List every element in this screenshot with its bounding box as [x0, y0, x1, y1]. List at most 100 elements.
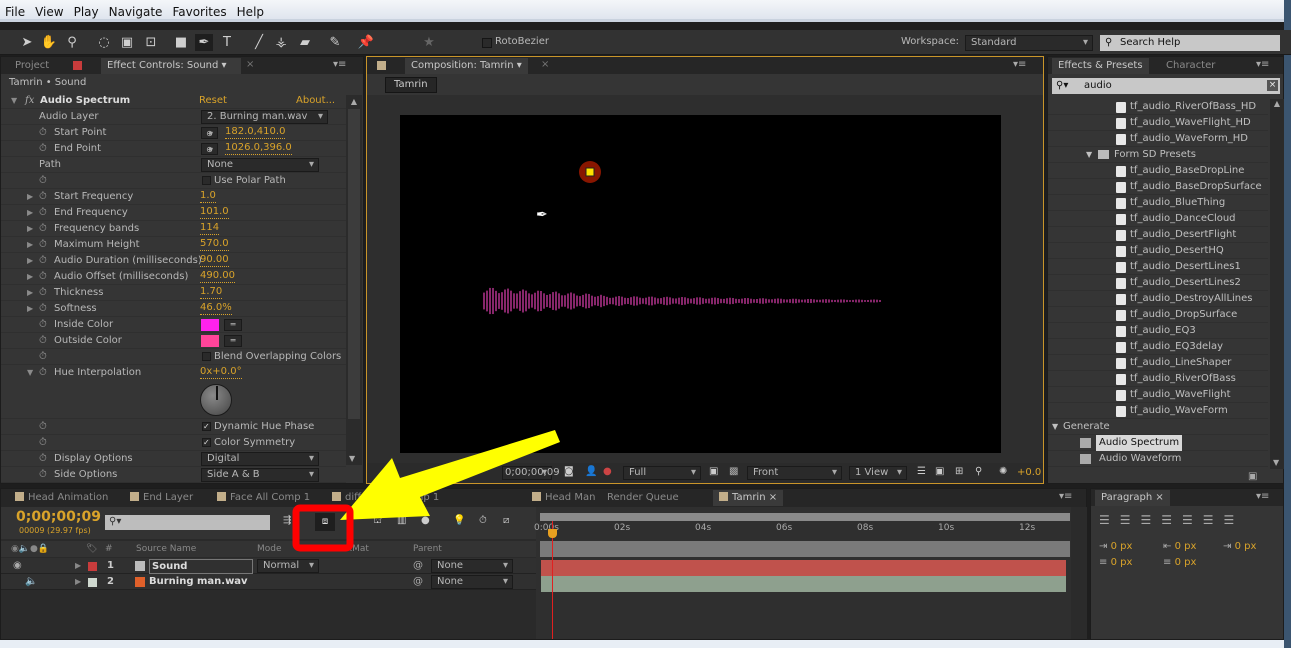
layer-name[interactable]: Sound [149, 559, 253, 574]
scrollbar-thumb[interactable] [348, 109, 360, 419]
shy-layers-icon[interactable]: ⛫ [373, 515, 382, 528]
preset-item[interactable]: tf_audio_BlueThing [1048, 195, 1268, 211]
rectangle-tool-icon[interactable]: ■ [172, 34, 190, 51]
work-area[interactable] [540, 541, 1070, 557]
close-icon[interactable]: × [541, 59, 549, 70]
preset-folder[interactable]: ▼ Form SD Presets [1048, 147, 1268, 163]
timecode-button[interactable]: 0;00;00;09 [502, 466, 560, 480]
tab-end-layer[interactable]: End Layer [124, 490, 199, 506]
polar-path-checkbox[interactable] [202, 176, 211, 185]
expand-icon[interactable]: ▶ [27, 285, 33, 301]
preset-item[interactable]: tf_audio_DesertLines1 [1048, 259, 1268, 275]
tab-effect-controls[interactable]: Effect Controls: Sound ▾ [101, 58, 241, 74]
comp-mini-flowchart-icon[interactable]: ⇶ [283, 515, 291, 526]
stopwatch-icon[interactable]: ⏱ [39, 269, 47, 285]
preset-item[interactable]: tf_audio_DesertFlight [1048, 227, 1268, 243]
toggle-pixel-aspect-icon[interactable]: ☰ [917, 466, 926, 477]
draft-3d-icon[interactable]: ⧈ [315, 513, 335, 531]
space-before[interactable]: ≡ 0 px [1099, 557, 1132, 568]
about-link[interactable]: About... [296, 93, 335, 109]
crosshair-icon[interactable]: ⊕ [201, 143, 218, 156]
pickwhip-icon[interactable]: @ [413, 558, 423, 574]
indent-right[interactable]: ⇤ 0 px [1163, 541, 1196, 552]
layer-bar-burning-man[interactable] [541, 576, 1066, 592]
selection-tool-icon[interactable]: ➤ [18, 34, 36, 51]
workspace-dropdown[interactable]: Standard [965, 35, 1093, 51]
region-of-interest-icon[interactable]: ▣ [709, 466, 718, 477]
resolution-dropdown[interactable]: Full [623, 466, 701, 480]
tab-character[interactable]: Character [1160, 58, 1221, 74]
stopwatch-icon[interactable]: ⏱ [39, 365, 47, 381]
param-value[interactable]: 490.00 [200, 269, 235, 283]
indent-first-value[interactable]: 0 px [1235, 541, 1257, 552]
tab-effects-presets[interactable]: Effects & Presets [1052, 58, 1149, 74]
param-value[interactable]: 46.0% [200, 301, 232, 315]
preset-item[interactable]: tf_audio_RiverOfBass_HD [1048, 99, 1268, 115]
layer-search-input[interactable]: ⚲▾ [105, 515, 270, 530]
hue-dial[interactable] [200, 384, 232, 416]
param-value[interactable]: 1.0 [200, 189, 216, 203]
tab-composition[interactable]: Composition: Tamrin ▾ [405, 58, 528, 74]
effects-search-input[interactable]: ⚲▾ audio × [1052, 78, 1280, 94]
search-help-input[interactable]: ⚲ Search Help [1100, 35, 1280, 51]
stopwatch-icon[interactable]: ⏱ [39, 205, 47, 221]
effects-scrollbar[interactable]: ▲ ▼ [1270, 99, 1284, 469]
stopwatch-icon[interactable]: ⏱ [39, 141, 47, 157]
inside-color-swatch[interactable] [201, 319, 219, 331]
preset-item[interactable]: tf_audio_BaseDropLine [1048, 163, 1268, 179]
roto-brush-tool-icon[interactable]: ✎ [326, 34, 344, 51]
stopwatch-icon[interactable]: ⏱ [39, 349, 47, 365]
type-tool-icon[interactable]: T [218, 34, 236, 51]
preset-item[interactable]: tf_audio_WaveForm_HD [1048, 131, 1268, 147]
panel-menu-icon[interactable]: ▾≡ [1059, 491, 1072, 502]
color-symmetry-checkbox[interactable]: ✓ [202, 438, 211, 447]
work-area-bar[interactable] [540, 513, 1070, 521]
preset-item[interactable]: tf_audio_DestroyAllLines [1048, 291, 1268, 307]
stopwatch-icon[interactable]: ⏱ [39, 173, 47, 189]
collapse-icon[interactable]: ▼ [11, 93, 17, 109]
crosshair-icon[interactable]: ⊕ [201, 127, 218, 140]
expand-icon[interactable]: ▶ [27, 221, 33, 237]
preset-item[interactable]: tf_audio_DropSurface [1048, 307, 1268, 323]
new-folder-icon[interactable]: ▣ [1248, 471, 1257, 482]
tab-face-all-comp-1[interactable]: Face All Comp 1 [211, 490, 316, 506]
comp-breadcrumb-button[interactable]: Tamrin [385, 77, 437, 93]
composition-viewer[interactable]: ✒ [400, 115, 1001, 453]
label-color[interactable] [88, 562, 97, 571]
menu-play[interactable]: Play [69, 0, 104, 19]
camera-tool-icon[interactable]: ▣ [118, 34, 136, 51]
scroll-down-icon[interactable]: ▼ [349, 454, 355, 463]
blend-mode-dropdown[interactable]: Normal [257, 559, 319, 573]
space-after[interactable]: ≡ 0 px [1163, 557, 1196, 568]
scroll-up-icon[interactable]: ▲ [346, 97, 362, 106]
blend-checkbox[interactable] [202, 352, 211, 361]
eye-icon[interactable]: ◉ [13, 558, 22, 574]
graph-editor-icon[interactable]: ⧄ [503, 515, 509, 526]
stopwatch-icon[interactable]: ⏱ [39, 285, 47, 301]
menu-view[interactable]: View [30, 0, 68, 19]
timeline-icon[interactable]: ⊞ [955, 466, 963, 477]
exposure-icon[interactable]: ✺ [999, 466, 1007, 477]
pickwhip-icon[interactable]: @ [413, 574, 423, 590]
layer-bar-sound[interactable] [541, 560, 1066, 576]
time-ruler[interactable]: 0:00s 02s 04s 06s 08s 10s 12s [534, 521, 1071, 541]
param-value[interactable]: 570.0 [200, 237, 229, 251]
preset-item[interactable]: tf_audio_WaveForm [1048, 403, 1268, 419]
indent-first[interactable]: ⇥ 0 px [1223, 541, 1256, 552]
puppet-pin-tool-icon[interactable]: 📌 [357, 34, 375, 51]
eyedropper-icon[interactable]: ═ [224, 335, 242, 347]
frame-blending-icon[interactable]: ▥ [397, 515, 406, 526]
parent-dropdown[interactable]: None [431, 559, 513, 573]
preset-item[interactable]: tf_audio_WaveFlight_HD [1048, 115, 1268, 131]
rotobezier-checkbox[interactable] [482, 38, 492, 48]
channel-icon[interactable]: ● [603, 466, 612, 477]
tab-tamrin[interactable]: Tamrin × [713, 490, 784, 506]
stopwatch-icon[interactable]: ⏱ [39, 301, 47, 317]
zoom-tool-icon[interactable]: ⚲ [63, 34, 81, 51]
view-layout-dropdown[interactable]: 1 View [849, 466, 907, 480]
playhead-handle[interactable] [548, 529, 557, 538]
param-value[interactable]: 114 [200, 221, 220, 235]
eyedropper-icon[interactable]: ═ [224, 319, 242, 331]
fast-previews-icon[interactable]: ▣ [935, 466, 944, 477]
menu-file[interactable]: File [0, 0, 30, 19]
